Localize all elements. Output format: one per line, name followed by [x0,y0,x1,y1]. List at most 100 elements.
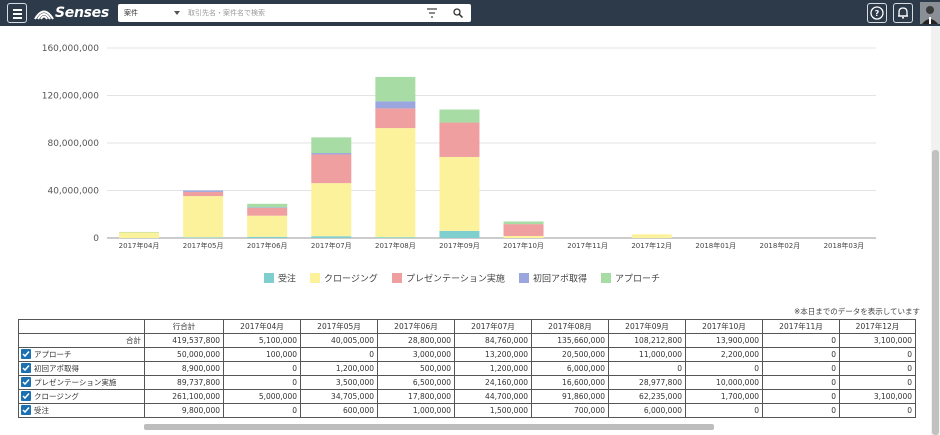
bar-segment[interactable] [183,191,224,197]
table-cell: 0 [223,403,301,418]
table-row: クロージング 261,100,000 5,000,000 34,705,000 17,8… [18,389,916,404]
search-bar: 案件 [118,4,471,22]
bar-segment[interactable] [119,232,160,238]
header-month: 2017年06月 [377,319,455,334]
x-tick-label: 2017年10月 [503,241,544,250]
bar-segment[interactable] [247,207,288,216]
table-cell: 11,000,000 [608,347,686,362]
checkmark-icon [22,379,30,386]
table-cell: 0 [839,403,916,418]
bar-segment[interactable] [375,101,416,109]
table-horizontal-scrollbar[interactable] [144,424,714,430]
bar-segment[interactable] [183,190,224,192]
table-cell: 9,800,000 [144,403,224,418]
bar-segment[interactable] [247,236,288,238]
legend-swatch[interactable] [264,273,274,283]
row-label: アプローチ [34,350,72,359]
help-button[interactable]: ? [867,3,887,23]
bar-segment[interactable] [439,122,480,157]
search-input[interactable] [188,6,418,20]
search-icon[interactable] [453,8,463,18]
bar-segment[interactable] [439,156,480,231]
total-cell: 135,660,000 [531,333,609,348]
table-cell: 6,000,000 [531,361,609,376]
filter-icon[interactable] [427,8,437,18]
row-label: クロージング [34,392,79,401]
notifications-button[interactable] [893,3,913,23]
bar-segment[interactable] [247,215,288,237]
total-cell: 108,212,800 [608,333,686,348]
bar-segment[interactable] [503,221,544,225]
table-cell: 0 [839,347,916,362]
total-cell: 84,760,000 [454,333,532,348]
hamburger-menu-icon[interactable] [7,3,27,23]
bar-segment[interactable] [439,230,480,238]
top-navigation-bar: Senses 案件 ? [0,0,940,26]
y-tick-label: 160,000,000 [42,44,100,54]
legend-label[interactable]: 初回アポ取得 [533,273,587,285]
series-checkbox[interactable] [21,377,31,387]
legend-swatch[interactable] [310,273,320,283]
table-cell: 0 [762,375,840,390]
bar-segment[interactable] [183,196,224,238]
bar-segment[interactable] [311,137,352,154]
table-cell: 1,000,000 [377,403,455,418]
x-tick-label: 2017年09月 [439,241,480,250]
x-tick-label: 2017年07月 [311,241,352,250]
bar-segment[interactable] [503,235,544,238]
bar-segment[interactable] [119,231,160,233]
table-cell: 0 [608,361,686,376]
table-cell: 0 [762,389,840,404]
table-total-row: 合計 419,537,800 5,100,000 40,005,000 28,800,0… [18,333,916,348]
data-note: ※本日までのデータを表示しています [793,307,920,316]
bar-segment[interactable] [311,183,352,237]
bar-segment[interactable] [631,234,672,238]
x-tick-label: 2018年03月 [824,241,865,250]
table-cell: 8,900,000 [144,361,224,376]
series-checkbox[interactable] [21,391,31,401]
checkmark-icon [22,351,30,358]
user-avatar[interactable] [920,2,940,24]
table-row: 初回アポ取得 8,900,000 0 1,200,000 500,000 1,200,00… [18,361,916,376]
bar-segment[interactable] [311,154,352,184]
table-cell: 500,000 [377,361,455,376]
table-cell: 44,700,000 [454,389,532,404]
table-row: プレゼンテーション実施 89,737,800 0 3,500,000 6,500,000… [18,375,916,390]
caret-down-icon[interactable] [174,11,180,15]
bar-segment[interactable] [375,128,416,238]
legend-label[interactable]: プレゼンテーション実施 [406,273,505,285]
table-cell: 16,600,000 [531,375,609,390]
legend-label[interactable]: アプローチ [615,274,660,285]
legend-swatch[interactable] [519,273,529,283]
bar-segment[interactable] [311,236,352,238]
total-cell: 5,100,000 [223,333,301,348]
series-checkbox[interactable] [21,363,31,373]
bar-segment[interactable] [375,237,416,238]
legend-label[interactable]: クロージング [324,273,378,285]
x-tick-label: 2017年11月 [567,241,608,250]
series-checkbox[interactable] [21,405,31,415]
bar-segment[interactable] [247,203,288,208]
x-tick-label: 2018年01月 [695,241,736,250]
header-month: 2017年11月 [762,319,840,334]
table-cell: 261,100,000 [144,389,224,404]
legend-swatch[interactable] [601,273,611,283]
bar-segment[interactable] [439,109,480,123]
logo-mark-icon [34,10,54,20]
bar-segment[interactable] [503,224,544,236]
checkmark-icon [22,407,30,414]
page-scrollbar-thumb[interactable] [932,150,939,435]
bar-segment[interactable] [247,207,288,208]
bar-segment[interactable] [375,76,416,102]
row-label-cell: 初回アポ取得 [18,361,145,376]
search-category-select[interactable]: 案件 [124,4,138,22]
bar-segment[interactable] [375,108,416,129]
table-cell: 17,800,000 [377,389,455,404]
legend-label[interactable]: 受注 [278,273,296,285]
series-checkbox[interactable] [21,349,31,359]
bar-segment[interactable] [311,153,352,155]
table-cell: 10,000,000 [685,375,763,390]
legend-swatch[interactable] [392,273,402,283]
row-label: 受注 [34,406,49,415]
bar-segment[interactable] [183,237,224,238]
